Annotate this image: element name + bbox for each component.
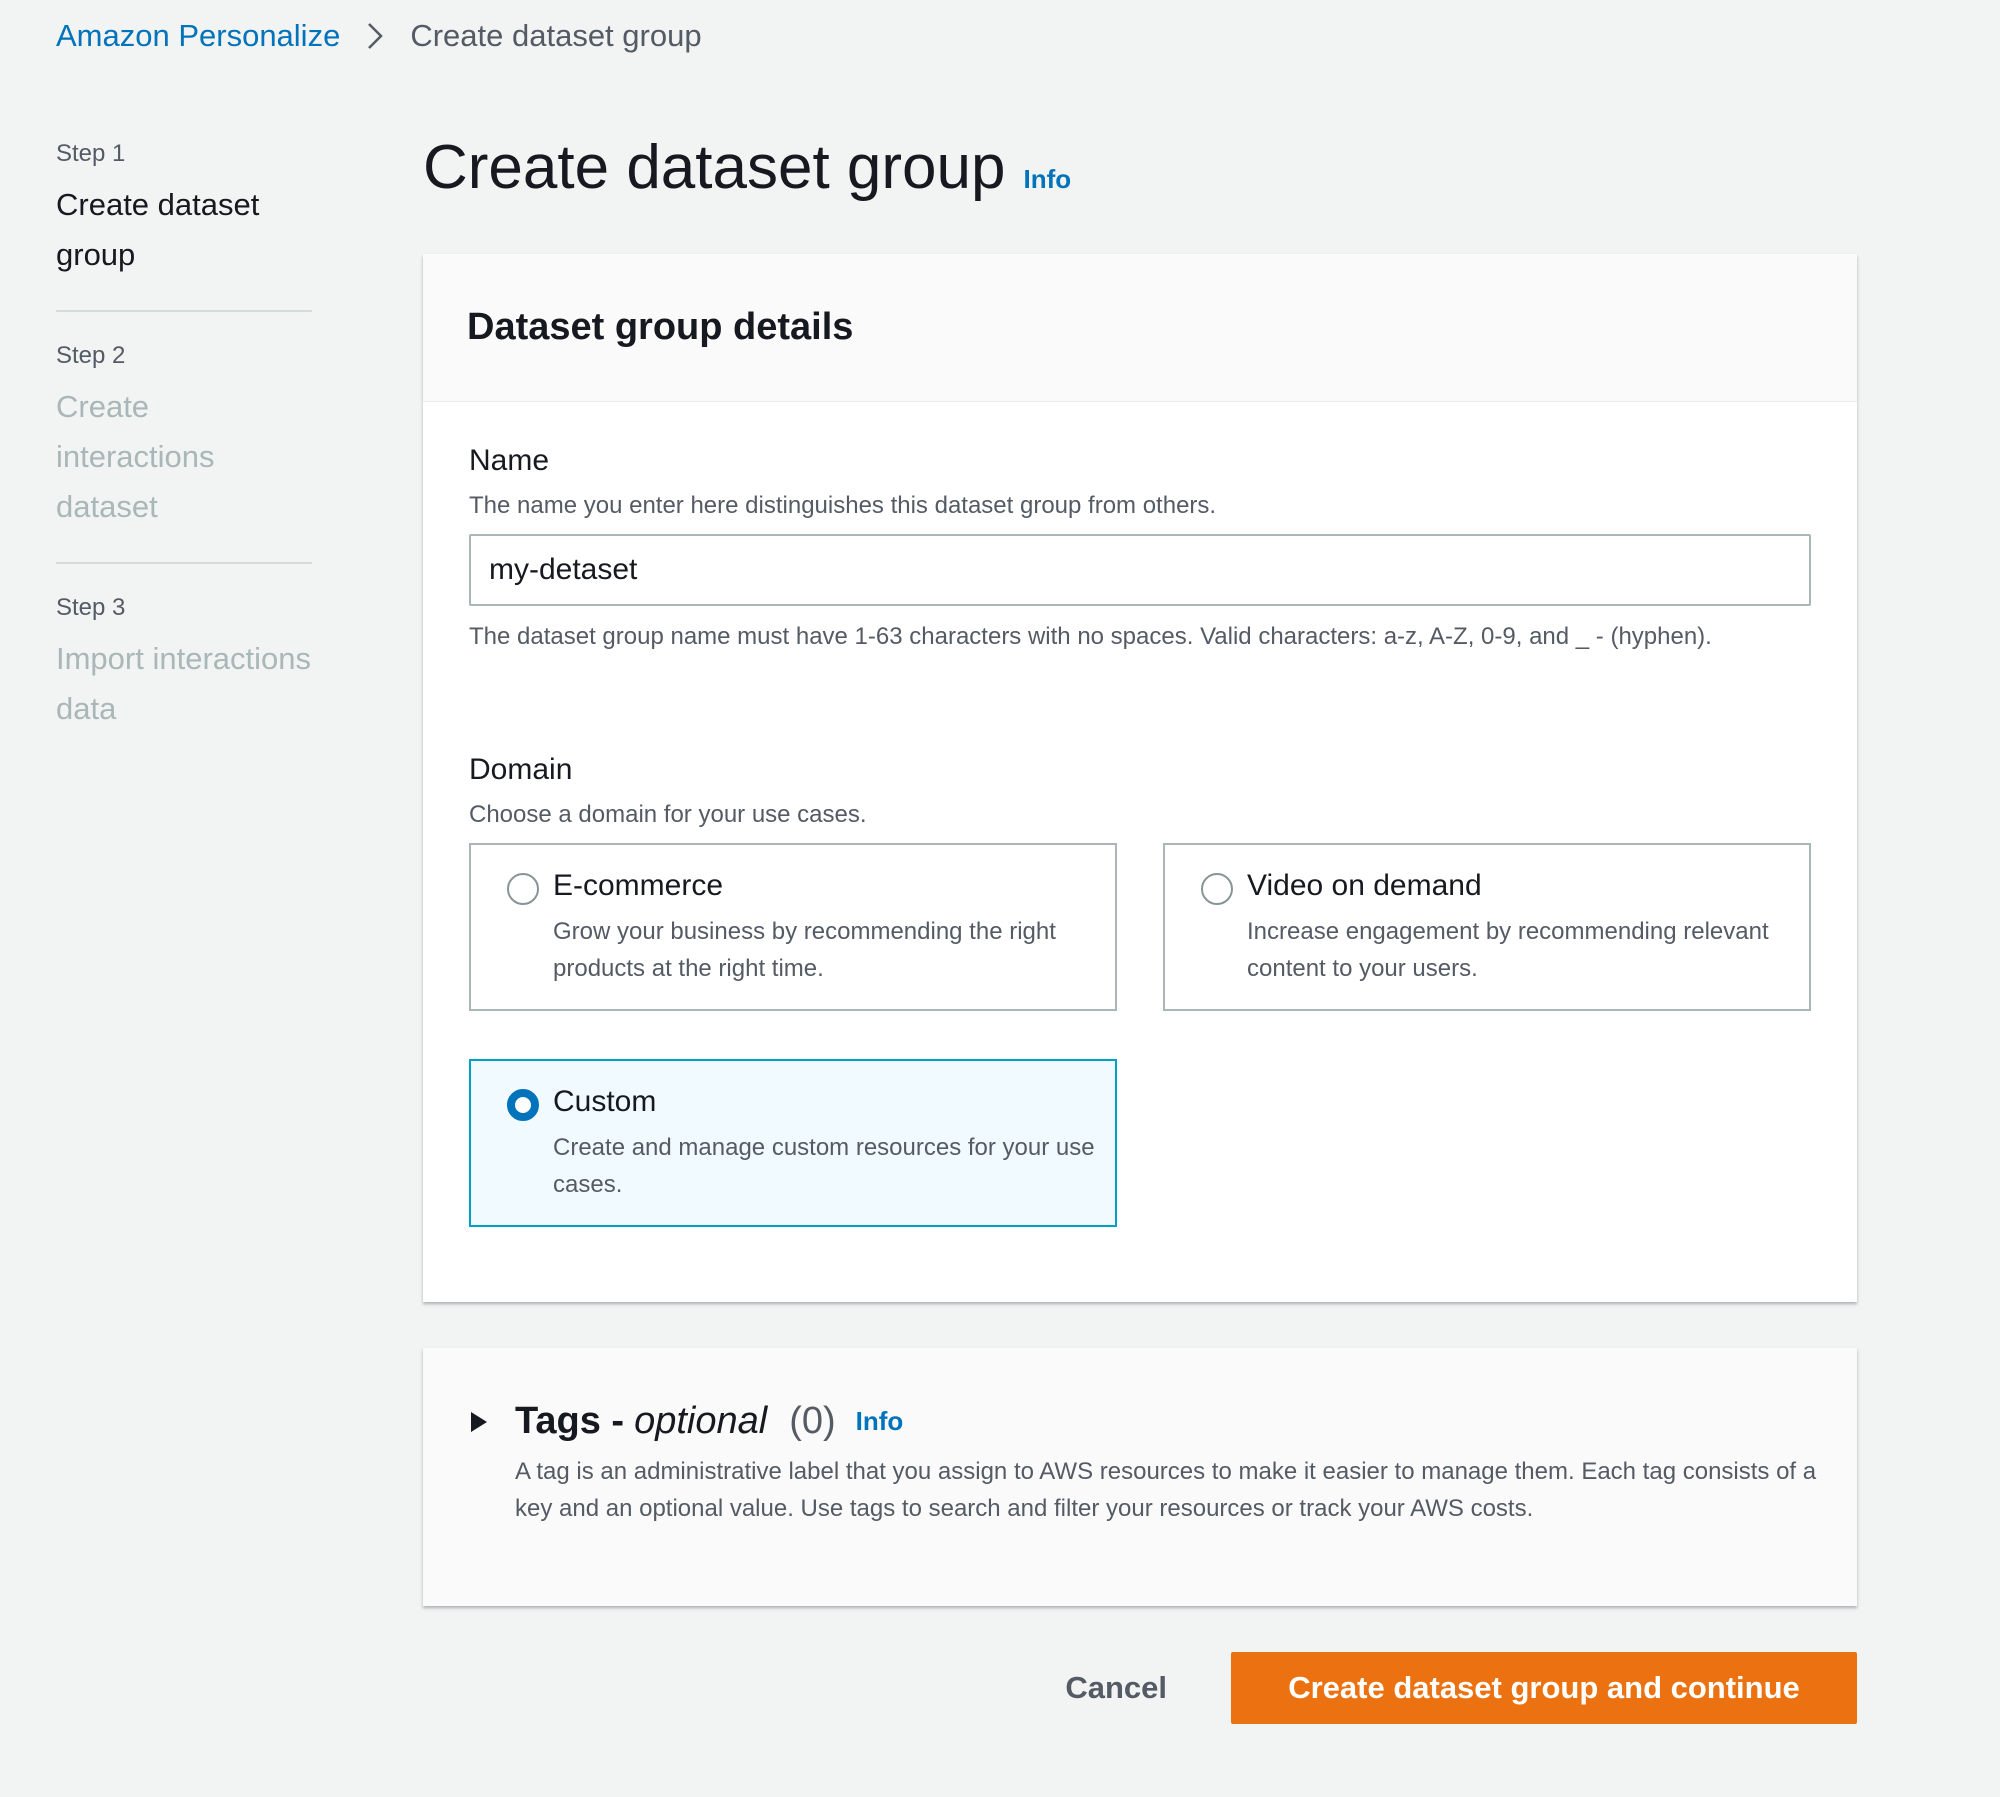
page-info-link[interactable]: Info xyxy=(1024,164,1072,195)
wizard-step-1: Step 1 Create dataset group xyxy=(56,140,312,312)
chevron-right-icon xyxy=(366,21,384,51)
radio-button-selected-icon[interactable] xyxy=(507,1089,539,1121)
panel-header: Dataset group details xyxy=(423,254,1857,402)
tile-description: Create and manage custom resources for y… xyxy=(553,1134,1095,1198)
name-constraint-text: The dataset group name must have 1-63 ch… xyxy=(469,623,1712,650)
breadcrumb-link-amazon-personalize[interactable]: Amazon Personalize xyxy=(56,18,340,54)
form-actions: Cancel Create dataset group and continue xyxy=(1000,1652,1857,1724)
tile-description: Increase engagement by recommending rele… xyxy=(1247,918,1769,982)
tags-optional-label: optional xyxy=(634,1400,768,1442)
cancel-button[interactable]: Cancel xyxy=(1065,1670,1167,1706)
name-description: The name you enter here distinguishes th… xyxy=(469,492,1217,519)
name-label: Name xyxy=(469,444,550,477)
tile-title: E-commerce xyxy=(553,869,724,902)
step-title: Create interactions dataset xyxy=(56,389,215,524)
tags-panel: Tags - optional (0) Info A tag is an adm… xyxy=(423,1348,1857,1606)
radio-button-icon[interactable] xyxy=(1201,873,1233,905)
name-input[interactable] xyxy=(469,534,1811,606)
breadcrumb-current: Create dataset group xyxy=(410,18,702,53)
domain-label: Domain xyxy=(469,753,573,786)
domain-tile-custom[interactable]: Custom Create and manage custom resource… xyxy=(469,1059,1117,1227)
radio-button-icon[interactable] xyxy=(507,873,539,905)
tags-title: Tags - xyxy=(515,1400,625,1442)
tags-description: A tag is an administrative label that yo… xyxy=(515,1458,1817,1522)
domain-tiles: E-commerce Grow your business by recomme… xyxy=(469,843,1811,1243)
domain-field: Domain Choose a domain for your use case… xyxy=(469,753,1811,1243)
step-number: Step 1 xyxy=(56,140,126,167)
step-title: Import interactions data xyxy=(56,641,311,726)
panel-body: Name The name you enter here distinguish… xyxy=(423,402,1857,1243)
tile-title: Video on demand xyxy=(1247,869,1482,902)
dataset-group-details-panel: Dataset group details Name The name you … xyxy=(423,254,1857,1302)
panel-title: Dataset group details xyxy=(467,306,854,348)
domain-description: Choose a domain for your use cases. xyxy=(469,801,867,828)
tile-title: Custom xyxy=(553,1085,657,1118)
tags-info-link[interactable]: Info xyxy=(856,1406,904,1437)
page-header: Create dataset group Info xyxy=(423,132,1071,203)
breadcrumb: Amazon Personalize Create dataset group xyxy=(56,18,702,54)
wizard-steps: Step 1 Create dataset group Step 2 Creat… xyxy=(56,140,312,794)
tags-header[interactable]: Tags - optional (0) Info xyxy=(469,1400,1811,1443)
step-number: Step 2 xyxy=(56,342,126,369)
caret-right-icon[interactable] xyxy=(469,1410,495,1434)
domain-tile-ecommerce[interactable]: E-commerce Grow your business by recomme… xyxy=(469,843,1117,1011)
tile-description: Grow your business by recommending the r… xyxy=(553,918,1056,982)
create-dataset-group-button[interactable]: Create dataset group and continue xyxy=(1231,1652,1857,1724)
step-number: Step 3 xyxy=(56,594,126,621)
wizard-step-3: Step 3 Import interactions data xyxy=(56,594,312,764)
page-title: Create dataset group xyxy=(423,133,1006,202)
tags-count: (0) xyxy=(789,1400,836,1442)
domain-tile-video-on-demand[interactable]: Video on demand Increase engagement by r… xyxy=(1163,843,1811,1011)
wizard-step-2: Step 2 Create interactions dataset xyxy=(56,342,312,564)
step-title: Create dataset group xyxy=(56,187,260,272)
